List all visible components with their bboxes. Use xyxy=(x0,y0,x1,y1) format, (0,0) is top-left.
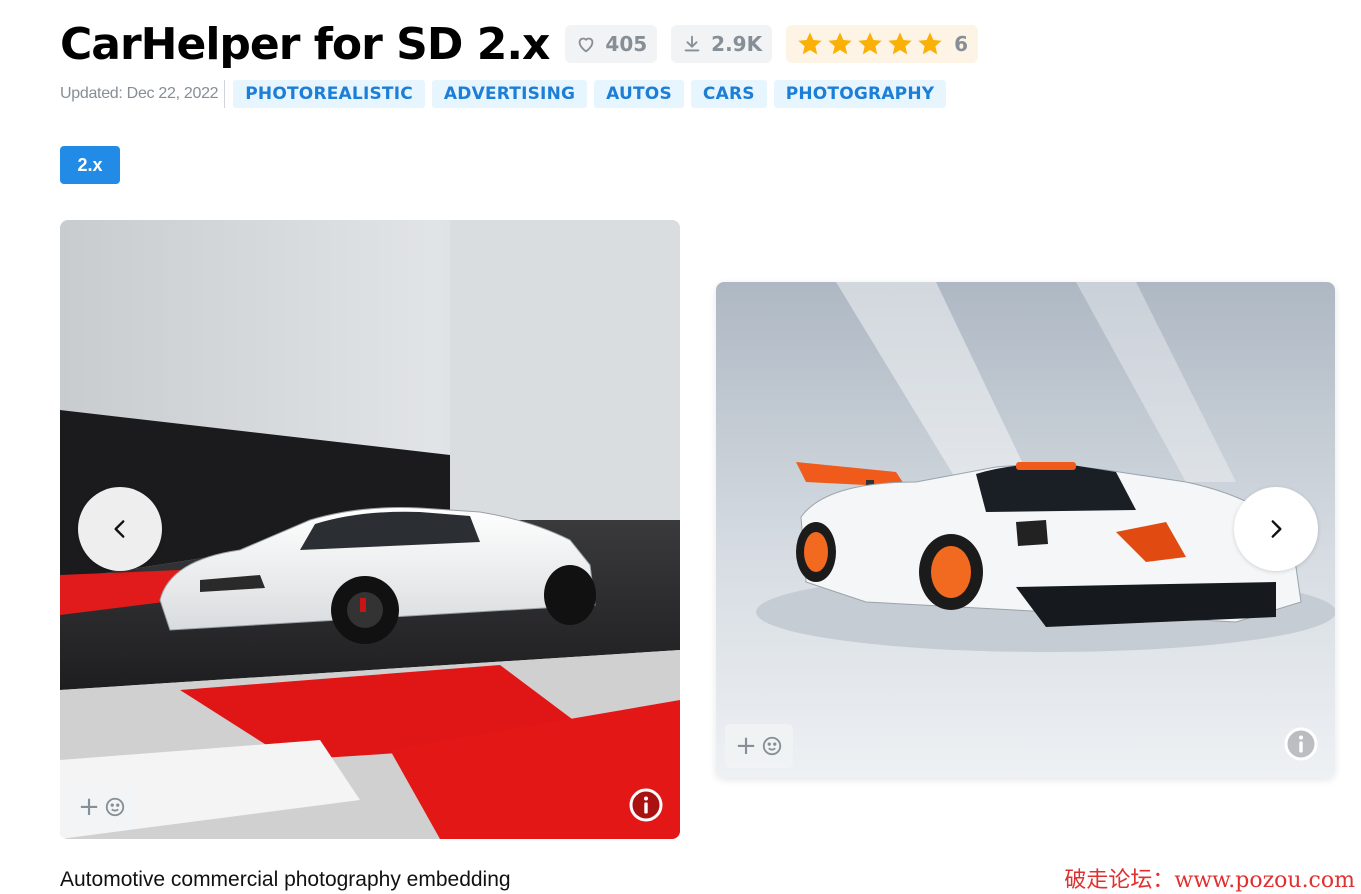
info-icon[interactable] xyxy=(628,787,664,823)
likes-count: 405 xyxy=(605,32,648,56)
star-icon xyxy=(798,32,822,55)
tag-photography[interactable]: PHOTOGRAPHY xyxy=(773,80,947,108)
chevron-left-icon xyxy=(114,520,125,538)
star-icon xyxy=(888,32,912,55)
tag-autos[interactable]: AUTOS xyxy=(594,80,684,108)
model-header: CarHelper for SD 2.x 405 2.9K 6 xyxy=(60,16,979,72)
add-reaction-button[interactable]: + xyxy=(725,724,793,768)
star-icon xyxy=(828,32,852,55)
smile-icon xyxy=(762,736,782,756)
heart-icon xyxy=(575,33,597,55)
updated-date: Updated: Dec 22, 2022 xyxy=(60,80,226,108)
downloads-count: 2.9K xyxy=(711,32,763,56)
tag-advertising[interactable]: ADVERTISING xyxy=(431,80,588,108)
carousel-next-button[interactable] xyxy=(1234,487,1318,571)
model-description: Automotive commercial photography embedd… xyxy=(60,868,511,891)
likes-stat[interactable]: 405 xyxy=(565,25,658,63)
plus-icon: + xyxy=(78,792,100,822)
tag-cars[interactable]: CARS xyxy=(690,80,767,108)
meta-row: Updated: Dec 22, 2022 PHOTOREALISTIC ADV… xyxy=(60,80,953,108)
add-reaction-button[interactable]: + xyxy=(68,785,136,829)
plus-icon: + xyxy=(735,731,757,761)
rating-count: 6 xyxy=(954,32,969,56)
star-icon xyxy=(858,32,882,55)
tag-photorealistic[interactable]: PHOTOREALISTIC xyxy=(233,80,425,108)
downloads-stat[interactable]: 2.9K xyxy=(671,25,773,63)
rating-stat[interactable]: 6 xyxy=(786,25,979,63)
model-title: CarHelper for SD 2.x xyxy=(60,18,550,70)
version-tab[interactable]: 2.x xyxy=(60,146,120,184)
info-icon[interactable] xyxy=(1283,726,1319,762)
rating-stars xyxy=(796,30,944,58)
watermark-text: 破走论坛：www.pozou.com xyxy=(1064,868,1355,893)
carousel-prev-button[interactable] xyxy=(78,487,162,571)
star-icon xyxy=(918,32,942,55)
download-icon xyxy=(681,33,703,55)
chevron-right-icon xyxy=(1271,520,1282,538)
smile-icon xyxy=(105,797,125,817)
